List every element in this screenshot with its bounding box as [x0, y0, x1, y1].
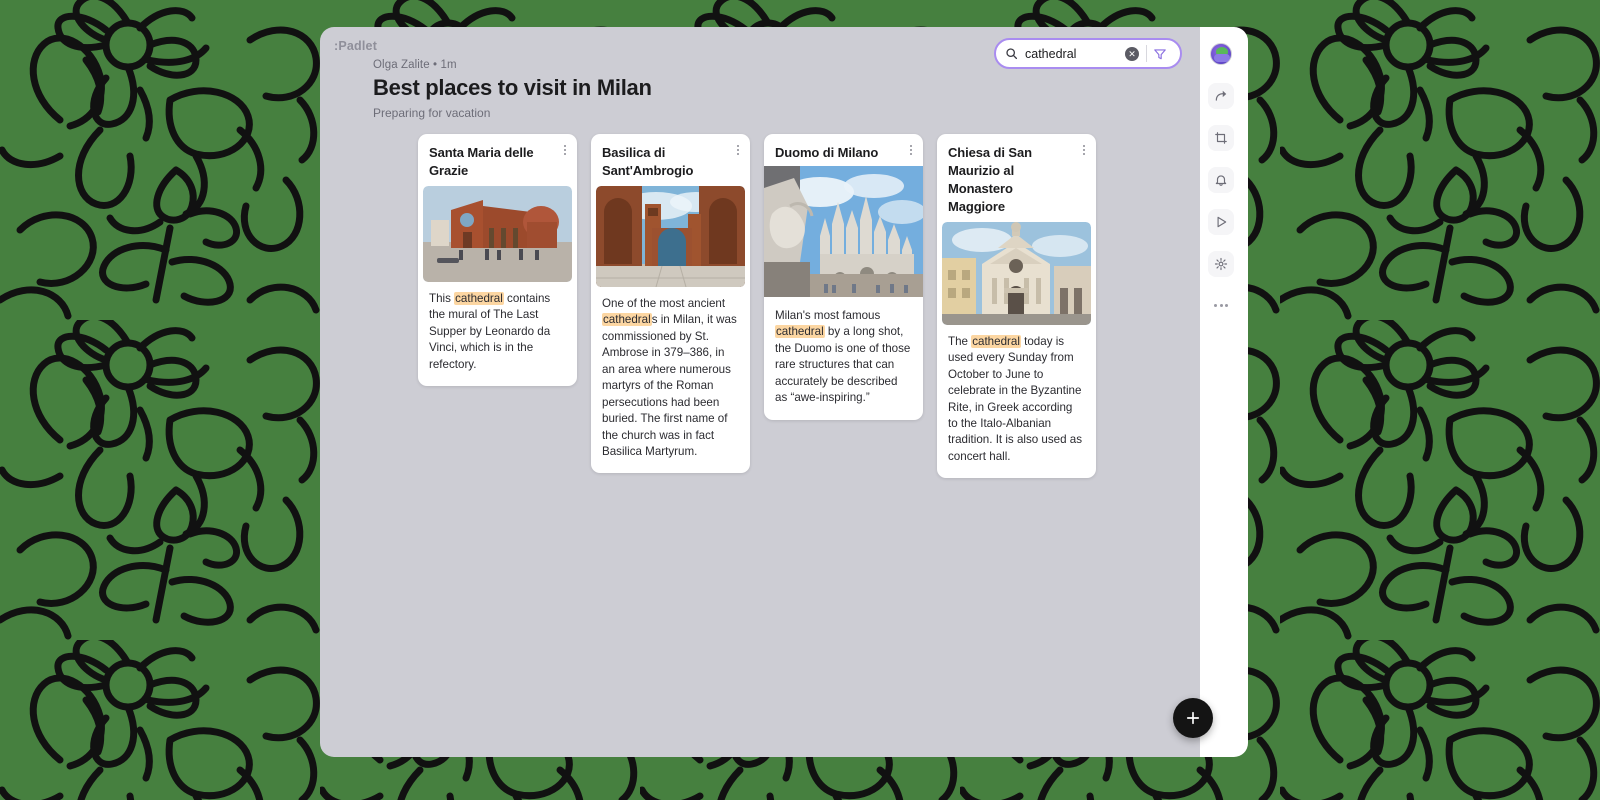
filter-funnel-icon	[1153, 47, 1167, 61]
crop-frame-button[interactable]	[1208, 125, 1234, 151]
card-body: This cathedral contains the mural of The…	[418, 282, 577, 386]
slideshow-button[interactable]	[1208, 209, 1234, 235]
card-image[interactable]	[418, 186, 577, 282]
card-image[interactable]	[591, 186, 750, 287]
card-highlight-0: cathedral	[454, 292, 504, 305]
card-text-1: s in Milan, it was commissioned by St. A…	[602, 313, 737, 458]
padlet-logo[interactable]: :Padlet	[334, 39, 377, 53]
board-subtitle: Preparing for vacation	[373, 106, 652, 120]
bell-icon	[1214, 173, 1228, 187]
card-header: Duomo di Milano	[764, 134, 923, 166]
card-title: Chiesa di San Maurizio al Monastero Magg…	[948, 144, 1072, 216]
card-text-0: This	[429, 292, 454, 305]
card-menu-button[interactable]	[735, 143, 741, 157]
settings-button[interactable]	[1208, 251, 1234, 277]
post-card[interactable]: Duomo di Milano	[764, 134, 923, 420]
post-card[interactable]: Chiesa di San Maurizio al Monastero Magg…	[937, 134, 1096, 478]
play-icon	[1214, 215, 1228, 229]
board-header: Olga Zalite • 1m Best places to visit in…	[373, 59, 652, 120]
search-icon	[1005, 47, 1018, 60]
search-input[interactable]	[1025, 47, 1125, 61]
card-menu-button[interactable]	[908, 143, 914, 157]
card-title: Duomo di Milano	[775, 144, 899, 162]
search-divider	[1146, 45, 1147, 62]
card-title: Basilica di Sant'Ambrogio	[602, 144, 726, 180]
board-timestamp: 1m	[440, 59, 456, 71]
share-button[interactable]	[1208, 83, 1234, 109]
card-menu-button[interactable]	[562, 143, 568, 157]
avatar-shape-bottom	[1214, 54, 1230, 62]
board-byline: Olga Zalite • 1m	[373, 59, 652, 71]
card-header: Chiesa di San Maurizio al Monastero Magg…	[937, 134, 1096, 222]
card-menu-button[interactable]	[1081, 143, 1087, 157]
card-highlight-0: cathedral	[775, 325, 825, 338]
post-card[interactable]: Basilica di Sant'Ambrogio	[591, 134, 750, 473]
plus-icon	[1184, 709, 1202, 727]
clear-search-button[interactable]: ✕	[1125, 47, 1139, 61]
notifications-button[interactable]	[1208, 167, 1234, 193]
card-highlight-0: cathedral	[602, 313, 652, 326]
padlet-board-panel: :Padlet Olga Zalite • 1m Best places to …	[320, 27, 1200, 757]
card-body: The cathedral today is used every Sunday…	[937, 325, 1096, 479]
post-card[interactable]: Santa Maria delle Grazie	[418, 134, 577, 386]
card-text-0: Milan's most famous	[775, 309, 880, 322]
card-body: Milan's most famous cathedral by a long …	[764, 297, 923, 420]
card-image[interactable]	[764, 166, 923, 297]
more-options-button[interactable]	[1208, 292, 1234, 318]
user-avatar[interactable]	[1210, 43, 1232, 65]
byline-separator: •	[433, 59, 437, 71]
filter-button[interactable]	[1153, 47, 1167, 61]
card-text-0: One of the most ancient	[602, 297, 725, 310]
search-bar[interactable]: ✕	[994, 38, 1182, 69]
right-sidebar	[1200, 27, 1248, 757]
card-header: Basilica di Sant'Ambrogio	[591, 134, 750, 186]
share-icon	[1214, 89, 1228, 103]
card-highlight-0: cathedral	[971, 335, 1021, 348]
card-columns: Santa Maria delle Grazie	[418, 134, 1096, 478]
board-author: Olga Zalite	[373, 59, 430, 71]
card-text-1: today is used every Sunday from October …	[948, 335, 1082, 463]
crop-frame-icon	[1214, 131, 1228, 145]
card-image[interactable]	[937, 222, 1096, 325]
card-header: Santa Maria delle Grazie	[418, 134, 577, 186]
board-title: Best places to visit in Milan	[373, 75, 652, 101]
card-text-0: The	[948, 335, 971, 348]
card-body: One of the most ancient cathedrals in Mi…	[591, 287, 750, 474]
card-title: Santa Maria delle Grazie	[429, 144, 553, 180]
add-post-button[interactable]	[1173, 698, 1213, 738]
gear-icon	[1214, 257, 1228, 271]
